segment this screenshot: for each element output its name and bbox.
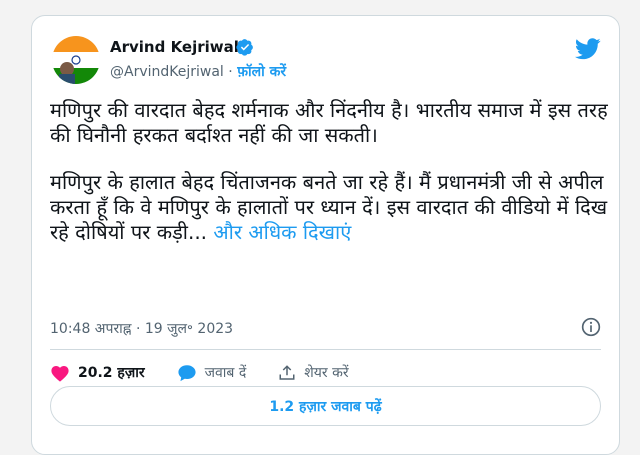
tweet-paragraph-2: मणिपुर के हालात बेहद चिंताजनक बनते जा रह…	[50, 170, 610, 245]
handle-row: @ArvindKejriwal · फ़ॉलो करें	[110, 62, 286, 81]
follow-link[interactable]: फ़ॉलो करें	[237, 64, 286, 80]
share-label: शेयर करें	[304, 365, 349, 381]
separator: ·	[228, 64, 233, 80]
twitter-bird-icon[interactable]	[575, 38, 601, 60]
reply-button[interactable]: जवाब दें	[177, 363, 247, 382]
reply-bubble-icon	[178, 364, 196, 381]
avatar[interactable]	[52, 36, 100, 84]
info-icon[interactable]	[581, 317, 601, 337]
show-more-link[interactable]: और अधिक दिखाएं	[213, 220, 351, 244]
tweet-card: Arvind Kejriwal @ArvindKejriwal · फ़ॉलो …	[31, 15, 620, 455]
read-replies-button[interactable]: 1.2 हज़ार जवाब पढ़ें	[50, 386, 601, 426]
author-handle[interactable]: @ArvindKejriwal	[110, 64, 224, 80]
share-button[interactable]: शेयर करें	[278, 363, 349, 382]
tweet-timestamp[interactable]: 10:48 अपराह्न · 19 जुल॰ 2023	[50, 319, 233, 338]
like-count: 20.2 हज़ार	[78, 365, 145, 381]
share-icon	[279, 364, 295, 380]
divider	[50, 349, 601, 350]
verified-badge-icon	[236, 39, 253, 56]
author-name[interactable]: Arvind Kejriwal	[110, 38, 239, 56]
action-bar: 20.2 हज़ार जवाब दें शेयर करें	[50, 363, 381, 382]
like-button[interactable]: 20.2 हज़ार	[50, 363, 145, 382]
tweet-text: मणिपुर की वारदात बेहद शर्मनाक और निंदनीय…	[50, 98, 610, 267]
reply-label: जवाब दें	[204, 365, 247, 381]
heart-icon	[51, 365, 69, 382]
tweet-paragraph-1: मणिपुर की वारदात बेहद शर्मनाक और निंदनीय…	[50, 98, 608, 147]
